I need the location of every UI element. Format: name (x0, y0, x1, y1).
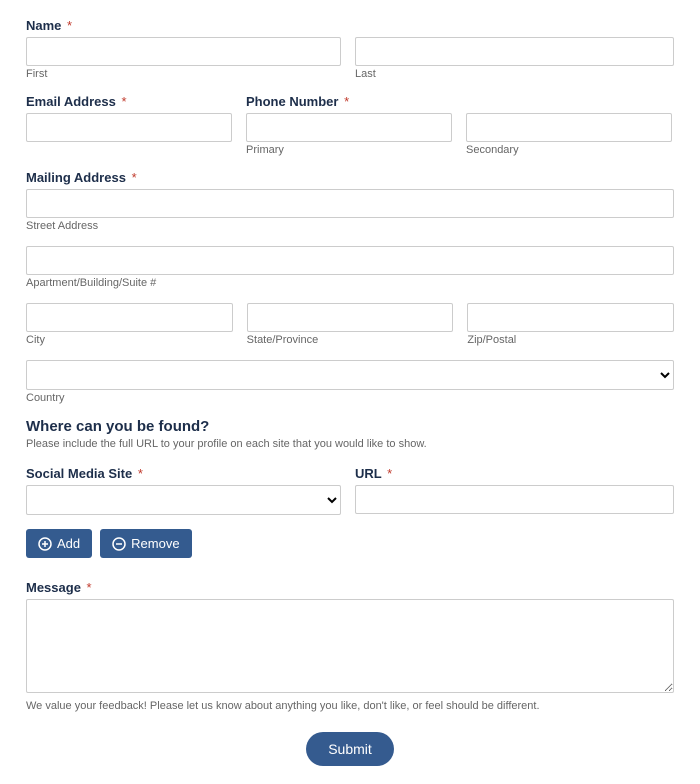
remove-button-label: Remove (131, 536, 179, 551)
phone-primary-input[interactable] (246, 113, 452, 142)
message-label-text: Message (26, 580, 81, 595)
email-input[interactable] (26, 113, 232, 142)
country-sublabel: Country (26, 392, 674, 404)
email-label: Email Address * (26, 94, 232, 109)
plus-circle-icon (38, 537, 52, 551)
url-label: URL * (355, 466, 674, 481)
add-button[interactable]: Add (26, 529, 92, 558)
street-sublabel: Street Address (26, 220, 674, 232)
url-input[interactable] (355, 485, 674, 514)
add-button-label: Add (57, 536, 80, 551)
mailing-label-text: Mailing Address (26, 170, 126, 185)
email-label-text: Email Address (26, 94, 116, 109)
phone-primary-sublabel: Primary (246, 144, 452, 156)
contact-group: Email Address * Phone Number * Primary S… (26, 94, 674, 156)
required-mark: * (67, 18, 72, 33)
city-input[interactable] (26, 303, 233, 332)
apt-input[interactable] (26, 246, 674, 275)
mailing-group: Mailing Address * Street Address Apartme… (26, 170, 674, 404)
first-name-sublabel: First (26, 68, 341, 80)
country-select[interactable] (26, 360, 674, 390)
submit-button[interactable]: Submit (306, 732, 394, 766)
social-select[interactable] (26, 485, 341, 515)
find-desc: Please include the full URL to your prof… (26, 438, 674, 450)
state-sublabel: State/Province (247, 334, 454, 346)
add-remove-row: Add Remove (26, 529, 674, 558)
social-label-text: Social Media Site (26, 466, 132, 481)
last-name-input[interactable] (355, 37, 674, 66)
zip-sublabel: Zip/Postal (467, 334, 674, 346)
required-mark: * (344, 94, 349, 109)
last-name-sublabel: Last (355, 68, 674, 80)
submit-row: Submit (26, 732, 674, 766)
phone-secondary-sublabel: Secondary (466, 144, 672, 156)
message-helper: We value your feedback! Please let us kn… (26, 700, 674, 712)
mailing-label: Mailing Address * (26, 170, 674, 185)
phone-label: Phone Number * (246, 94, 452, 109)
name-group: Name * First Last (26, 18, 674, 80)
find-heading: Where can you be found? (26, 418, 674, 435)
remove-button[interactable]: Remove (100, 529, 191, 558)
message-group: Message * We value your feedback! Please… (26, 580, 674, 712)
phone-secondary-input[interactable] (466, 113, 672, 142)
state-input[interactable] (247, 303, 454, 332)
required-mark: * (387, 466, 392, 481)
required-mark: * (132, 170, 137, 185)
message-textarea[interactable] (26, 599, 674, 693)
city-sublabel: City (26, 334, 233, 346)
social-row: Social Media Site * URL * (26, 466, 674, 515)
name-label-text: Name (26, 18, 61, 33)
minus-circle-icon (112, 537, 126, 551)
street-input[interactable] (26, 189, 674, 218)
first-name-input[interactable] (26, 37, 341, 66)
required-mark: * (121, 94, 126, 109)
submit-button-label: Submit (328, 741, 372, 757)
zip-input[interactable] (467, 303, 674, 332)
social-label: Social Media Site * (26, 466, 341, 481)
name-label: Name * (26, 18, 674, 33)
phone-label-text: Phone Number (246, 94, 338, 109)
url-label-text: URL (355, 466, 381, 481)
apt-sublabel: Apartment/Building/Suite # (26, 277, 674, 289)
required-mark: * (138, 466, 143, 481)
message-label: Message * (26, 580, 674, 595)
required-mark: * (87, 580, 92, 595)
